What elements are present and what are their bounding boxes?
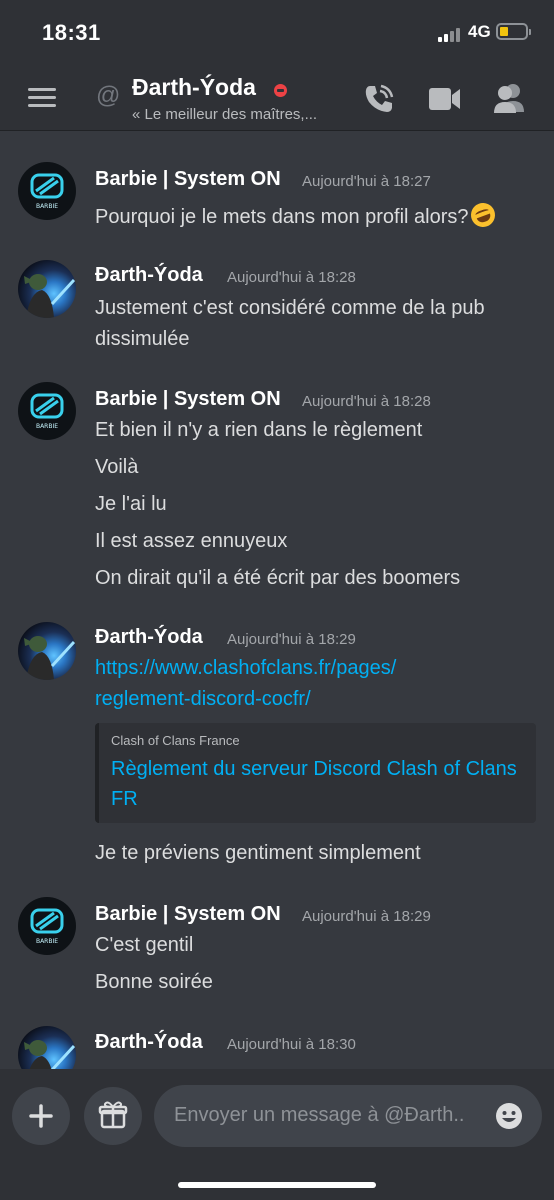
avatar[interactable]	[18, 260, 76, 318]
network-type: 4G	[468, 22, 491, 41]
message-timestamp: Aujourd'hui à 18:28	[302, 393, 431, 410]
battery-icon	[496, 23, 531, 40]
svg-text:BARBIE: BARBIE	[36, 938, 58, 945]
message-line: Et bien il n'y a rien dans le règlement	[95, 419, 423, 441]
message-author[interactable]: Barbie | System ON	[95, 388, 281, 411]
link-embed: Clash of Clans France Règlement du serve…	[95, 723, 536, 823]
message-line: Voilà	[95, 456, 139, 478]
svg-text:BARBIE: BARBIE	[36, 203, 58, 210]
avatar[interactable]	[18, 1026, 76, 1069]
signal-icon	[438, 26, 462, 42]
video-call-icon[interactable]	[428, 86, 462, 112]
message-line: On dirait qu'il a été écrit par des boom…	[95, 567, 461, 589]
rolling-laughing-emoji-icon	[467, 199, 498, 231]
dm-recipient-status: « Le meilleur des maîtres,...	[132, 106, 318, 123]
message-input[interactable]: Envoyer un message à @Đarth..	[154, 1085, 542, 1147]
message-link[interactable]: https://www.clashofclans.fr/pages/	[95, 657, 396, 680]
message-timestamp: Aujourd'hui à 18:29	[302, 908, 431, 925]
gift-icon[interactable]	[84, 1087, 142, 1145]
svg-text:BARBIE: BARBIE	[36, 423, 58, 430]
home-indicator[interactable]	[178, 1182, 376, 1188]
avatar[interactable]: BARBIE	[18, 382, 76, 440]
message-line: C'est gentil	[95, 934, 194, 956]
dnd-status-icon	[274, 84, 287, 97]
message-line: dissimulée	[95, 328, 190, 350]
dm-recipient-name[interactable]: Đarth-Ýoda	[132, 74, 256, 101]
message-line: Je te préviens gentiment simplement	[95, 842, 421, 864]
plus-icon[interactable]	[12, 1087, 70, 1145]
embed-title[interactable]: Règlement du serveur Discord Clash of Cl…	[111, 754, 521, 814]
avatar[interactable]	[18, 622, 76, 680]
emoji-icon[interactable]	[494, 1101, 524, 1131]
message-timestamp: Aujourd'hui à 18:28	[227, 269, 356, 286]
voice-call-icon[interactable]	[362, 82, 396, 116]
message-timestamp: Aujourd'hui à 18:29	[227, 631, 356, 648]
message-line: Je l'ai lu	[95, 493, 167, 515]
message-author[interactable]: Đarth-Ýoda	[95, 264, 203, 287]
at-icon: @	[96, 82, 121, 109]
message-line: Bonne soirée	[95, 971, 213, 993]
message-author[interactable]: Đarth-Ýoda	[95, 626, 203, 649]
message-link[interactable]: reglement-discord-cocfr/	[95, 688, 311, 711]
message-author[interactable]: Đarth-Ýoda	[95, 1031, 203, 1054]
message-list[interactable]: BARBIE Barbie | System ON Aujourd'hui à …	[0, 131, 554, 1069]
message-timestamp: Aujourd'hui à 18:27	[302, 173, 431, 190]
message-line: Il est assez ennuyeux	[95, 530, 288, 552]
avatar[interactable]: BARBIE	[18, 897, 76, 955]
message-line: Justement c'est considéré comme de la pu…	[95, 297, 485, 319]
message-author[interactable]: Barbie | System ON	[95, 903, 281, 926]
status-bar: 18:31 4G	[0, 0, 554, 64]
menu-icon[interactable]	[28, 88, 56, 108]
message-timestamp: Aujourd'hui à 18:30	[227, 1036, 356, 1053]
message-input-placeholder: Envoyer un message à @Đarth..	[174, 1104, 465, 1126]
status-time: 18:31	[42, 20, 101, 45]
channel-header: @ Đarth-Ýoda « Le meilleur des maîtres,.…	[0, 64, 554, 131]
message-line: Pourquoi je le mets dans mon profil alor…	[95, 199, 498, 231]
members-icon[interactable]	[492, 82, 526, 114]
avatar[interactable]: BARBIE	[18, 162, 76, 220]
message-author[interactable]: Barbie | System ON	[95, 168, 281, 191]
embed-provider[interactable]: Clash of Clans France	[111, 733, 240, 748]
message-composer: Envoyer un message à @Đarth..	[0, 1069, 554, 1200]
